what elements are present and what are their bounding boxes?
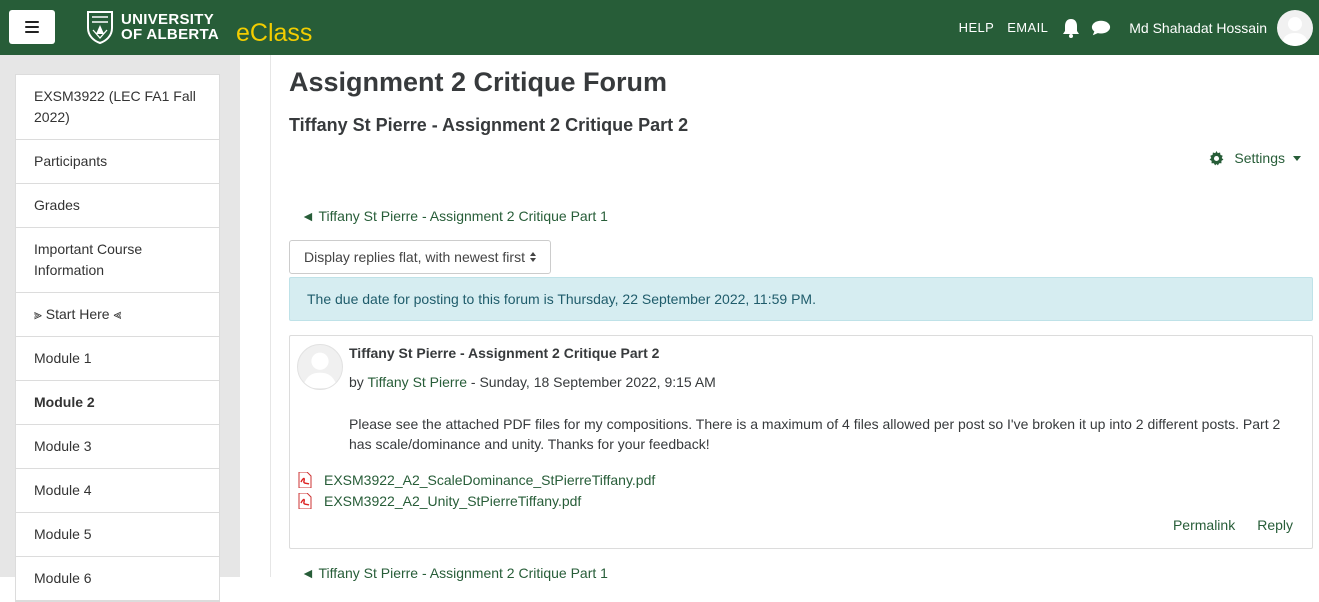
sidebar-item-module-5[interactable]: Module 5 xyxy=(16,513,219,557)
gear-icon xyxy=(1209,150,1224,165)
previous-discussion-link-bottom[interactable]: ◄ Tiffany St Pierre - Assignment 2 Criti… xyxy=(301,565,608,581)
post-byline: by Tiffany St Pierre - Sunday, 18 Septem… xyxy=(349,374,716,390)
sidebar-item-course[interactable]: EXSM3922 (LEC FA1 Fall 2022) xyxy=(16,75,219,140)
top-navbar: UNIVERSITY OF ALBERTA eClass HELP EMAIL … xyxy=(0,0,1319,55)
university-wordmark: UNIVERSITY OF ALBERTA xyxy=(121,11,219,43)
display-mode-value: Display replies flat, with newest first xyxy=(304,249,525,265)
attachment-list: EXSM3922_A2_ScaleDominance_StPierreTiffa… xyxy=(298,469,655,511)
display-mode-select[interactable]: Display replies flat, with newest first xyxy=(289,240,551,274)
settings-label: Settings xyxy=(1234,150,1285,166)
chat-bubble-icon[interactable] xyxy=(1091,18,1111,38)
shield-crest-icon xyxy=(87,11,113,44)
pdf-file-icon xyxy=(298,471,312,488)
email-link[interactable]: EMAIL xyxy=(1007,20,1048,35)
post-date: - Sunday, 18 September 2022, 9:15 AM xyxy=(467,374,716,390)
post-author-link[interactable]: Tiffany St Pierre xyxy=(367,374,467,390)
app-name[interactable]: eClass xyxy=(236,18,312,48)
forum-post: Tiffany St Pierre - Assignment 2 Critiqu… xyxy=(289,335,1313,549)
sidebar-item-module-1[interactable]: Module 1 xyxy=(16,337,219,381)
author-avatar-icon[interactable] xyxy=(297,344,343,390)
permalink-link[interactable]: Permalink xyxy=(1173,517,1235,533)
university-logo[interactable]: UNIVERSITY OF ALBERTA xyxy=(86,10,219,44)
menu-icon xyxy=(25,21,39,33)
post-subject: Tiffany St Pierre - Assignment 2 Critiqu… xyxy=(349,345,660,361)
sidebar-item-module-4[interactable]: Module 4 xyxy=(16,469,219,513)
attachment-link[interactable]: EXSM3922_A2_ScaleDominance_StPierreTiffa… xyxy=(298,469,655,490)
reply-link[interactable]: Reply xyxy=(1257,517,1293,533)
sidebar-item-module-2[interactable]: Module 2 xyxy=(16,381,219,425)
user-name[interactable]: Md Shahadat Hossain xyxy=(1129,20,1267,36)
due-date-alert: The due date for posting to this forum i… xyxy=(289,277,1313,321)
sidebar-item-participants[interactable]: Participants xyxy=(16,140,219,184)
sidebar-item-grades[interactable]: Grades xyxy=(16,184,219,228)
sidebar-gutter xyxy=(240,55,271,577)
caret-down-icon xyxy=(1293,155,1301,161)
pdf-file-icon xyxy=(298,492,312,509)
menu-toggle-button[interactable] xyxy=(9,10,55,44)
select-arrows-icon xyxy=(530,252,536,262)
help-link[interactable]: HELP xyxy=(959,20,995,35)
settings-menu-button[interactable]: Settings xyxy=(1209,150,1301,166)
post-body: Please see the attached PDF files for my… xyxy=(349,416,1281,452)
page-title: Assignment 2 Critique Forum xyxy=(289,67,668,97)
post-actions: Permalink Reply xyxy=(1173,517,1293,533)
navbar-right: HELP EMAIL Md Shahadat Hossain xyxy=(959,0,1319,55)
sidebar-item-important-info[interactable]: Important Course Information xyxy=(16,228,219,293)
attachment-link[interactable]: EXSM3922_A2_Unity_StPierreTiffany.pdf xyxy=(298,490,655,511)
sidebar-item-module-3[interactable]: Module 3 xyxy=(16,425,219,469)
course-navigation-sidebar: EXSM3922 (LEC FA1 Fall 2022) Participant… xyxy=(15,74,220,602)
previous-discussion-link[interactable]: ◄ Tiffany St Pierre - Assignment 2 Criti… xyxy=(301,208,608,224)
sidebar-item-start-here[interactable]: ⫸ Start Here ⫷ xyxy=(16,293,219,337)
user-avatar-icon[interactable] xyxy=(1277,9,1313,46)
discussion-title: Tiffany St Pierre - Assignment 2 Critiqu… xyxy=(289,115,689,135)
bell-icon[interactable] xyxy=(1061,18,1081,38)
sidebar-item-module-6[interactable]: Module 6 xyxy=(16,557,219,601)
